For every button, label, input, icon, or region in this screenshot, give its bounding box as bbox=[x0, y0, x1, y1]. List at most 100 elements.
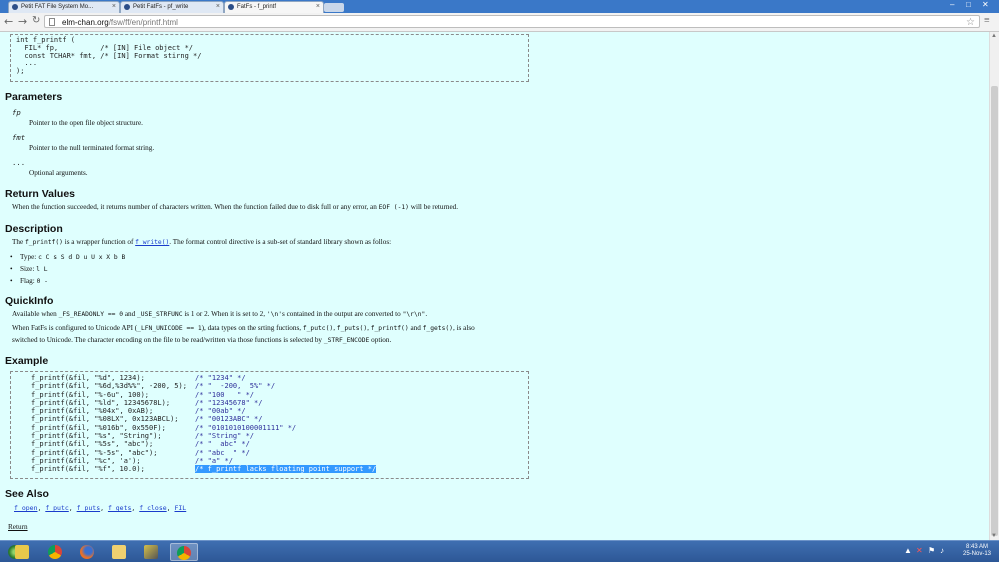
close-icon[interactable]: × bbox=[316, 3, 320, 10]
qi-text: When FatFs is configured to Unicode API … bbox=[12, 324, 138, 332]
file-explorer-button[interactable] bbox=[9, 543, 37, 561]
folder-icon bbox=[15, 545, 29, 559]
address-bar[interactable]: elm-chan.org/fsw/ff/en/printf.html ☆ bbox=[44, 15, 980, 28]
example-heading: Example bbox=[5, 355, 49, 367]
proto-line: ); bbox=[16, 67, 25, 76]
proto-line: int f_printf ( bbox=[16, 36, 76, 44]
example-code: f_printf(&fil, "%5s", "abc"); bbox=[31, 440, 154, 449]
tab-petit-fat[interactable]: Petit FAT File System Mo... × bbox=[8, 1, 120, 13]
return-values-heading: Return Values bbox=[5, 188, 76, 200]
proto-line: FIL* fp, /* [IN] File object */ bbox=[16, 43, 194, 52]
clock-time: 8:43 AM bbox=[965, 544, 988, 550]
qi-text: Available when bbox=[12, 310, 57, 318]
return-text-b: will be returned. bbox=[410, 203, 459, 211]
page-icon bbox=[49, 18, 55, 26]
bookmark-star-icon[interactable]: ☆ bbox=[966, 16, 975, 29]
close-icon[interactable]: × bbox=[216, 3, 220, 10]
minimize-icon[interactable]: – bbox=[950, 0, 954, 9]
folder-button[interactable] bbox=[106, 543, 134, 561]
new-tab-button[interactable] bbox=[324, 3, 344, 12]
menu-icon[interactable]: ≡ bbox=[984, 15, 990, 26]
forward-icon[interactable]: → bbox=[18, 15, 27, 28]
param-desc: Pointer to the open file object structur… bbox=[29, 119, 143, 127]
clock[interactable]: 8:43 AM 25-Nov-13 bbox=[963, 544, 991, 558]
see-also-link-f-gets[interactable]: f_gets bbox=[108, 504, 131, 512]
tab-label: Petit FatFs - pf_write bbox=[133, 4, 189, 10]
close-window-icon[interactable]: ✕ bbox=[982, 0, 989, 9]
param-desc: Pointer to the null terminated format st… bbox=[29, 144, 155, 152]
see-also-link-f-close[interactable]: f_close bbox=[139, 504, 166, 512]
quickinfo-heading: QuickInfo bbox=[5, 295, 54, 307]
qi-code: _STRF_ENCODE bbox=[323, 337, 370, 344]
example-comment: /* "00ab" */ bbox=[195, 407, 246, 416]
parameters-heading: Parameters bbox=[5, 91, 63, 103]
favicon-icon bbox=[124, 4, 130, 10]
see-also-link-f-puts[interactable]: f_puts bbox=[77, 504, 100, 512]
param-term: fp bbox=[12, 108, 21, 117]
scrollbar-thumb[interactable] bbox=[991, 86, 998, 536]
network-icon[interactable]: ✕ bbox=[916, 546, 923, 555]
qi-code: f_printf() bbox=[370, 325, 409, 332]
firefox-button[interactable] bbox=[74, 543, 102, 561]
list-item: Size: l L bbox=[10, 265, 48, 273]
see-also-link-f-putc[interactable]: f_putc bbox=[45, 504, 68, 512]
action-center-icon[interactable]: ⚑ bbox=[928, 546, 935, 555]
example-comment: /* "abc " */ bbox=[195, 448, 250, 457]
vertical-scrollbar[interactable]: ▲ ▼ bbox=[989, 32, 999, 540]
bullet-label: Type: bbox=[20, 253, 37, 261]
scroll-down-icon[interactable]: ▼ bbox=[991, 533, 997, 539]
close-icon[interactable]: × bbox=[112, 3, 116, 10]
see-also-link-fil[interactable]: FIL bbox=[174, 504, 186, 512]
favicon-icon bbox=[228, 4, 234, 10]
maximize-icon[interactable]: □ bbox=[966, 0, 971, 9]
qi-code: '\n' bbox=[266, 311, 283, 318]
scroll-up-icon[interactable]: ▲ bbox=[991, 33, 997, 39]
see-also-links: f_open, f_putc, f_puts, f_gets, f_close,… bbox=[14, 504, 187, 512]
desc-text-b: is a wrapper function of bbox=[64, 238, 134, 246]
app-button[interactable] bbox=[138, 543, 166, 561]
return-link[interactable]: Return bbox=[8, 523, 28, 531]
back-icon[interactable]: ← bbox=[4, 15, 13, 28]
list-item: Flag: 0 - bbox=[10, 277, 48, 285]
chrome-active-button[interactable] bbox=[170, 543, 198, 561]
url-path: /fsw/ff/en/printf.html bbox=[108, 18, 178, 27]
taskbar: ▲ ✕ ⚑ ♪ 8:43 AM 25-Nov-13 bbox=[0, 540, 999, 562]
page-content: int f_printf ( FIL* fp, /* [IN] File obj… bbox=[0, 32, 989, 540]
show-hidden-icons-icon[interactable]: ▲ bbox=[904, 546, 912, 555]
example-rows: f_printf(&fil, "%d", 1234);/* "1234" */f… bbox=[31, 374, 377, 475]
see-also-heading: See Also bbox=[5, 488, 49, 500]
example-comment: /* "String" */ bbox=[195, 432, 255, 441]
qi-text: and bbox=[410, 324, 421, 332]
qi-code: "\r\n" bbox=[402, 311, 426, 318]
chrome-icon bbox=[177, 546, 191, 560]
bullet-label: Flag: bbox=[20, 277, 35, 285]
return-values-text: When the function succeeded, it returns … bbox=[12, 203, 458, 211]
folder-icon bbox=[112, 545, 126, 559]
tab-f-printf[interactable]: FatFs - f_printf × bbox=[224, 1, 324, 13]
qi-code: f_putc() bbox=[302, 325, 334, 332]
volume-icon[interactable]: ♪ bbox=[940, 546, 944, 555]
clock-date: 25-Nov-13 bbox=[962, 551, 991, 557]
chrome-button[interactable] bbox=[42, 543, 70, 561]
description-text: The f_printf() is a wrapper function of … bbox=[12, 238, 391, 246]
app-icon bbox=[144, 545, 158, 559]
example-code: f_printf(&fil, "%6d,%3d%%", -200, 5); bbox=[31, 382, 187, 391]
qi-text: and bbox=[124, 310, 136, 318]
example-comment: /* " abc" */ bbox=[195, 440, 250, 449]
url-host: elm-chan.org bbox=[62, 18, 109, 27]
qi-text: switched to Unicode. The character encod… bbox=[12, 336, 323, 344]
list-item: Type: c C s S d D u U x X b B bbox=[10, 253, 125, 261]
example-comment: /* "00123ABC" */ bbox=[195, 415, 263, 424]
qi-code: _FS_READONLY == 0 bbox=[58, 311, 124, 318]
f-write-link[interactable]: f_write() bbox=[135, 239, 169, 246]
tab-pf-write[interactable]: Petit FatFs - pf_write × bbox=[120, 1, 224, 13]
param-term: fmt bbox=[12, 133, 26, 142]
desc-text-a: The bbox=[12, 238, 24, 246]
see-also-link-f-open[interactable]: f_open bbox=[14, 504, 37, 512]
favicon-icon bbox=[12, 4, 18, 10]
qi-code: _USE_STRFUNC bbox=[137, 311, 183, 318]
proto-line: ... bbox=[16, 59, 38, 68]
chrome-icon bbox=[48, 545, 62, 559]
reload-icon[interactable]: ↻ bbox=[32, 15, 40, 26]
quickinfo-line-1: Available when _FS_READONLY == 0 and _US… bbox=[12, 310, 427, 318]
